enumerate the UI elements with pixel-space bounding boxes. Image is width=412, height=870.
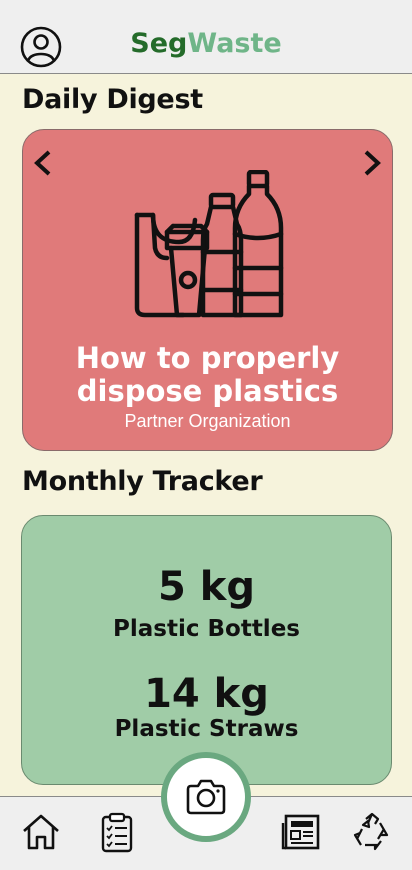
clipboard-icon[interactable] — [96, 811, 138, 853]
monthly-tracker-card: 5 kg Plastic Bottles 14 kg Plastic Straw… — [21, 515, 392, 785]
chevron-right-icon[interactable] — [358, 144, 388, 182]
digest-card-subtitle: Partner Organization — [124, 411, 291, 431]
digest-title-line1: How to properly — [75, 341, 340, 375]
camera-icon — [186, 779, 226, 815]
tracker-label-straws: Plastic Straws — [114, 716, 299, 742]
plastic-waste-icon — [134, 170, 284, 318]
chevron-left-icon[interactable] — [27, 144, 57, 182]
recycle-icon[interactable] — [351, 811, 393, 853]
digest-card-title: How to properly dispose plastics — [23, 342, 392, 408]
home-icon[interactable] — [20, 811, 62, 853]
tracker-value-straws: 14 kg — [144, 671, 269, 717]
digest-title-line2: dispose plastics — [76, 374, 339, 408]
tracker-label-bottles: Plastic Bottles — [113, 616, 300, 642]
logo-part-waste: Waste — [187, 28, 282, 59]
app-header: SegWaste — [0, 0, 412, 74]
monthly-tracker-title: Monthly Tracker — [22, 466, 263, 497]
daily-digest-card[interactable]: How to properly dispose plastics Partner… — [22, 129, 393, 451]
daily-digest-title: Daily Digest — [22, 84, 203, 115]
app-logo: SegWaste — [0, 28, 412, 59]
logo-part-seg: Seg — [130, 28, 188, 59]
tracker-value-bottles: 5 kg — [158, 564, 255, 610]
newspaper-icon[interactable] — [280, 811, 322, 853]
camera-button[interactable] — [161, 752, 251, 842]
